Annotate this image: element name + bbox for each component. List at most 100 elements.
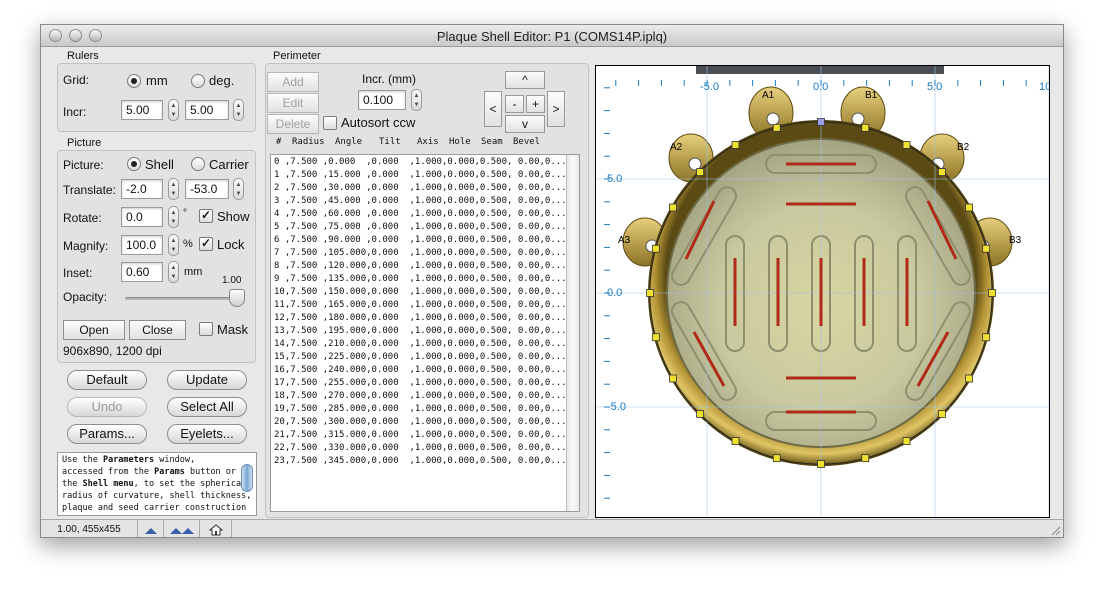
vertex-row[interactable]: 17,7.500 ,255.000,0.000 ,1.000,0.000,0.5… <box>274 378 567 388</box>
picture-shell-radio[interactable] <box>127 157 141 171</box>
show-checkbox[interactable]: ✓ <box>199 209 213 223</box>
translate-x-stepper[interactable]: ▲ ▼ <box>168 178 179 200</box>
add-vertex-button[interactable]: Add <box>267 72 319 92</box>
vertex-row[interactable]: 7 ,7.500 ,105.000,0.000 ,1.000,0.000,0.5… <box>274 248 567 258</box>
vertex-row[interactable]: 21,7.500 ,315.000,0.000 ,1.000,0.000,0.5… <box>274 430 567 440</box>
ruler-label-y-0: 0.0 <box>607 287 622 299</box>
vertex-row[interactable]: 13,7.500 ,195.000,0.000 ,1.000,0.000,0.5… <box>274 326 567 336</box>
vertex-row[interactable]: 2 ,7.500 ,30.000 ,0.000 ,1.000,0.000,0.5… <box>274 183 567 193</box>
incr-y-field[interactable]: 5.00 <box>185 100 229 120</box>
help-text-panel: Use the Parameters window, accessed from… <box>57 452 257 516</box>
vertex-row[interactable]: 11,7.500 ,165.000,0.000 ,1.000,0.000,0.5… <box>274 300 567 310</box>
update-button[interactable]: Update <box>167 370 247 390</box>
vertex-row[interactable]: 1 ,7.500 ,15.000 ,0.000 ,1.000,0.000,0.5… <box>274 170 567 180</box>
grid-mm-radio[interactable] <box>127 74 141 88</box>
vertex-row[interactable]: 23,7.500 ,345.000,0.000 ,1.000,0.000,0.5… <box>274 456 567 466</box>
vertex-row[interactable]: 20,7.500 ,300.000,0.000 ,1.000,0.000,0.5… <box>274 417 567 427</box>
inset-field[interactable]: 0.60 <box>121 262 163 282</box>
title-bar[interactable]: Plaque Shell Editor: P1 (COMS14P.iplq) <box>41 25 1063 47</box>
eyelet-label-a2: A2 <box>670 142 683 153</box>
col-hole: Hole <box>449 137 471 147</box>
opacity-value: 1.00 <box>222 275 242 286</box>
vertex-row[interactable]: 10,7.500 ,150.000,0.000 ,1.000,0.000,0.5… <box>274 287 567 297</box>
vertex-row[interactable]: 0 ,7.500 ,0.000 ,0.000 ,1.000,0.000,0.50… <box>274 157 567 167</box>
ruler-label-y-5: 5.0 <box>607 173 622 185</box>
default-button[interactable]: Default <box>67 370 147 390</box>
vertex-row[interactable]: 12,7.500 ,180.000,0.000 ,1.000,0.000,0.5… <box>274 313 567 323</box>
eyelet-label-b3: B3 <box>1009 235 1022 246</box>
rotate-stepper[interactable]: ▲ ▼ <box>168 206 179 228</box>
rulers-group-label: Rulers <box>67 50 99 62</box>
nudge-up-button[interactable]: ^ <box>505 71 545 89</box>
help-scrollbar-thumb[interactable] <box>241 464 253 492</box>
nudge-right-button[interactable]: > <box>547 91 565 127</box>
nudge-down-button[interactable]: v <box>505 115 545 133</box>
perimeter-handle <box>902 141 911 149</box>
perimeter-incr-stepper[interactable]: ▲ ▼ <box>411 89 422 111</box>
vertex-list-scrollbar[interactable] <box>566 155 579 511</box>
eyelets-button[interactable]: Eyelets... <box>167 424 247 444</box>
eyelet-label-b1: B1 <box>865 90 878 101</box>
opacity-slider-thumb[interactable] <box>229 289 245 307</box>
nudge-left-button[interactable]: < <box>484 91 502 127</box>
shrink-button[interactable]: - <box>505 95 524 113</box>
close-picture-button[interactable]: Close <box>129 320 186 340</box>
inset-unit: mm <box>184 266 203 278</box>
shell-drawing[interactable]: -5.0 0.0 5.0 10 5.0 0.0 -5.0 A1 B1 A2 B2… <box>596 66 1050 518</box>
resize-grip-icon[interactable] <box>1049 524 1061 536</box>
select-all-button[interactable]: Select All <box>167 397 247 417</box>
zoom-out-icon[interactable] <box>164 520 200 537</box>
vertex-row[interactable]: 14,7.500 ,210.000,0.000 ,1.000,0.000,0.5… <box>274 339 567 349</box>
ruler-label-x-10: 10 <box>1039 81 1050 93</box>
inset-stepper[interactable]: ▲ ▼ <box>168 261 179 283</box>
lock-checkbox[interactable]: ✓ <box>199 237 213 251</box>
col-seam: Seam <box>481 137 503 147</box>
autosort-label: Autosort ccw <box>341 115 416 130</box>
vertex-row[interactable]: 9 ,7.500 ,135.000,0.000 ,1.000,0.000,0.5… <box>274 274 567 284</box>
perimeter-incr-field[interactable]: 0.100 <box>358 90 406 110</box>
vertex-row[interactable]: 4 ,7.500 ,60.000 ,0.000 ,1.000,0.000,0.5… <box>274 209 567 219</box>
col-tilt: Tilt <box>379 137 401 147</box>
magnify-stepper[interactable]: ▲ ▼ <box>168 234 179 256</box>
vertex-row[interactable]: 6 ,7.500 ,90.000 ,0.000 ,1.000,0.000,0.5… <box>274 235 567 245</box>
vertex-row[interactable]: 15,7.500 ,225.000,0.000 ,1.000,0.000,0.5… <box>274 352 567 362</box>
incr-y-stepper[interactable]: ▲ ▼ <box>233 99 244 121</box>
magnify-unit: % <box>183 238 193 250</box>
autosort-checkbox[interactable] <box>323 116 337 130</box>
open-picture-button[interactable]: Open <box>63 320 125 340</box>
translate-x-field[interactable]: -2.0 <box>121 179 163 199</box>
zoom-in-icon[interactable] <box>138 520 164 537</box>
perimeter-handle <box>772 123 781 132</box>
delete-vertex-button[interactable]: Delete <box>267 114 319 134</box>
grid-deg-radio[interactable] <box>191 74 205 88</box>
perimeter-group-label: Perimeter <box>273 50 321 62</box>
inset-label: Inset: <box>63 266 93 280</box>
vertex-row[interactable]: 8 ,7.500 ,120.000,0.000 ,1.000,0.000,0.5… <box>274 261 567 271</box>
ruler-label-x-neg5: -5.0 <box>700 81 719 93</box>
vertex-row[interactable]: 3 ,7.500 ,45.000 ,0.000 ,1.000,0.000,0.5… <box>274 196 567 206</box>
opacity-slider-track[interactable] <box>125 297 237 300</box>
translate-y-field[interactable]: -53.0 <box>185 179 229 199</box>
perimeter-handle <box>861 123 870 132</box>
params-button[interactable]: Params... <box>67 424 147 444</box>
mask-checkbox[interactable] <box>199 322 213 336</box>
vertex-row[interactable]: 16,7.500 ,240.000,0.000 ,1.000,0.000,0.5… <box>274 365 567 375</box>
shell-canvas[interactable]: -5.0 0.0 5.0 10 5.0 0.0 -5.0 A1 B1 A2 B2… <box>595 65 1050 518</box>
grow-button[interactable]: + <box>526 95 545 113</box>
magnify-field[interactable]: 100.0 <box>121 235 163 255</box>
perimeter-handle <box>965 203 973 212</box>
home-icon[interactable] <box>200 520 232 537</box>
incr-x-stepper[interactable]: ▲ ▼ <box>168 99 179 121</box>
vertex-row[interactable]: 19,7.500 ,285.000,0.000 ,1.000,0.000,0.5… <box>274 404 567 414</box>
edit-vertex-button[interactable]: Edit <box>267 93 319 113</box>
undo-button[interactable]: Undo <box>67 397 147 417</box>
picture-carrier-radio[interactable] <box>191 157 205 171</box>
vertex-row[interactable]: 5 ,7.500 ,75.000 ,0.000 ,1.000,0.000,0.5… <box>274 222 567 232</box>
vertex-row[interactable]: 18,7.500 ,270.000,0.000 ,1.000,0.000,0.5… <box>274 391 567 401</box>
vertex-row[interactable]: 22,7.500 ,330.000,0.000 ,1.000,0.000,0.5… <box>274 443 567 453</box>
rotate-field[interactable]: 0.0 <box>121 207 163 227</box>
perimeter-handle <box>817 460 825 468</box>
vertex-list[interactable]: 0 ,7.500 ,0.000 ,0.000 ,1.000,0.000,0.50… <box>270 154 580 512</box>
incr-x-field[interactable]: 5.00 <box>121 100 163 120</box>
translate-y-stepper[interactable]: ▲ ▼ <box>233 178 244 200</box>
